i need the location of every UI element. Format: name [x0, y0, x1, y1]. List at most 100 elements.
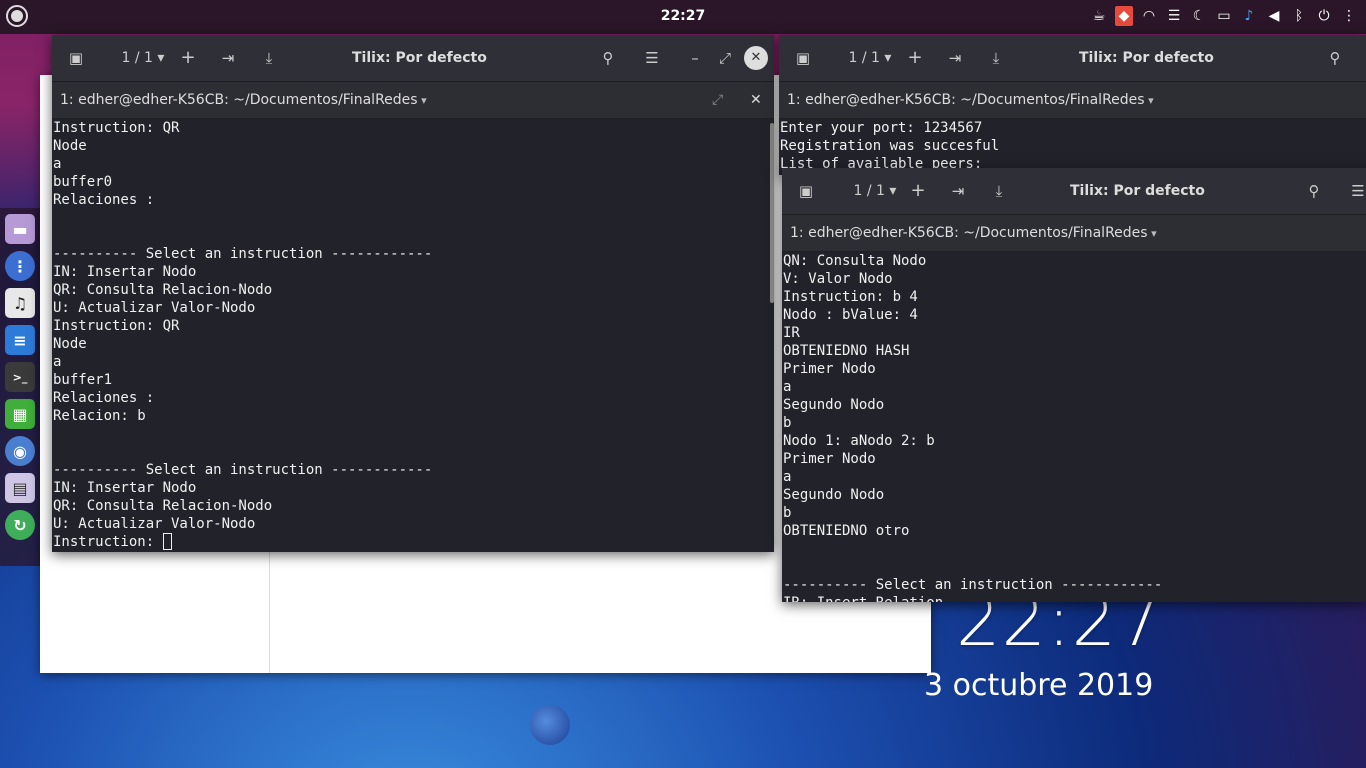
terminal-line: b — [783, 415, 792, 431]
terminal-title[interactable]: 1: edher@edher-K56CB: ~/Documentos/Final… — [787, 82, 1154, 119]
terminal-line: buffer0 — [53, 174, 113, 190]
session-counter[interactable]: 1 / 1 ▾ — [835, 35, 905, 81]
top-panel: 22:27 ☕ ◆ ◠ ☰ ☾ ▭ ♪ ◀ ᛒ ⏻ ⋮ — [0, 0, 1366, 34]
terminal-line: QR: Consulta Relacion-Nodo — [53, 498, 273, 514]
headerbar: ▣ 1 / 1 ▾ + ⇥ ⤓ Tilix: Por defecto ⚲ — [779, 35, 1366, 82]
search-icon[interactable]: ⚲ — [596, 35, 620, 81]
terminal-line: U: Actualizar Valor-Nodo — [53, 300, 256, 316]
add-session-button[interactable]: + — [176, 35, 200, 81]
terminal-line: Registration was succesful — [780, 138, 1000, 154]
terminal-app-icon[interactable]: >_ — [5, 362, 35, 392]
window-title: Tilix: Por defecto — [352, 50, 487, 66]
kebab-menu-icon[interactable]: ⋮ — [1340, 6, 1358, 26]
terminal-line: Primer Nodo — [783, 361, 876, 377]
hamburger-menu-icon[interactable]: ☰ — [640, 35, 664, 81]
terminal-line: Segundo Nodo — [783, 397, 885, 413]
terminal-line: Nodo 1: aNodo 2: b — [783, 433, 935, 449]
terminal-line: Node — [53, 336, 87, 352]
spreadsheet-app-icon[interactable]: ▦ — [5, 399, 35, 429]
session-counter-label: 1 / 1 — [121, 50, 153, 66]
tilix-window-right-front[interactable]: ▣ 1 / 1 ▾ + ⇥ ⤓ Tilix: Por defecto ⚲ ☰ 1… — [782, 168, 1366, 602]
coffee-icon[interactable]: ☕ — [1090, 6, 1108, 26]
terminal-line: Node — [53, 138, 87, 154]
files-app-icon[interactable]: ▬ — [5, 214, 35, 244]
terminal-titlebar[interactable]: 1: edher@edher-K56CB: ~/Documentos/Final… — [782, 215, 1366, 252]
add-terminal-right-icon[interactable]: ⇥ — [943, 35, 967, 81]
system-tray: ☕ ◆ ◠ ☰ ☾ ▭ ♪ ◀ ᛒ ⏻ ⋮ — [1090, 6, 1358, 26]
terminal-line: IN: Insertar Nodo — [53, 480, 197, 496]
wallpaper-orb — [530, 705, 570, 745]
close-button[interactable]: ✕ — [744, 46, 768, 70]
terminal-title[interactable]: 1: edher@edher-K56CB: ~/Documentos/Final… — [60, 82, 427, 119]
add-terminal-right-icon[interactable]: ⇥ — [216, 35, 240, 81]
scrollbar[interactable] — [770, 123, 774, 303]
terminal-line: QN: Consulta Nodo — [783, 253, 927, 269]
terminal-menu-icon[interactable]: ▣ — [792, 168, 820, 214]
terminal-output[interactable]: Enter your port: 1234567 Registration was… — [779, 119, 1366, 175]
terminal-output[interactable]: QN: Consulta Nodo V: Valor Nodo Instructio… — [782, 252, 1366, 602]
terminal-line: U: Actualizar Valor-Nodo — [53, 516, 256, 532]
terminal-close-icon[interactable]: ✕ — [750, 82, 762, 118]
add-session-button[interactable]: + — [906, 168, 930, 214]
terminal-line: Relaciones : — [53, 390, 155, 406]
headerbar: ▣ 1 / 1 ▾ + ⇥ ⤓ Tilix: Por defecto ⚲ ☰ — [782, 168, 1366, 215]
add-terminal-down-icon[interactable]: ⤓ — [984, 35, 1008, 81]
terminal-prompt: Instruction: — [53, 534, 163, 550]
add-session-button[interactable]: + — [903, 35, 927, 81]
notification-bell-icon[interactable]: ♪ — [1240, 6, 1258, 26]
power-icon[interactable]: ⏻ — [1315, 6, 1333, 26]
terminal-line: ---------- Select an instruction -------… — [53, 246, 433, 262]
chrome-app-icon[interactable]: ◉ — [5, 436, 35, 466]
terminal-line: IR — [783, 325, 800, 341]
terminal-line: Instruction: QR — [53, 318, 180, 334]
activities-icon[interactable] — [6, 5, 28, 27]
folder-icon[interactable]: ▭ — [1215, 6, 1233, 26]
terminal-line: a — [783, 469, 792, 485]
add-terminal-down-icon[interactable]: ⤓ — [987, 168, 1011, 214]
maximize-button[interactable]: ⤢ — [714, 35, 736, 81]
session-counter[interactable]: 1 / 1 ▾ — [840, 168, 910, 214]
bluetooth-icon[interactable]: ᛒ — [1290, 6, 1308, 26]
terminal-menu-icon[interactable]: ▣ — [62, 35, 90, 81]
terminal-line: Primer Nodo — [783, 451, 876, 467]
text-editor-app-icon[interactable]: ≡ — [5, 325, 35, 355]
minimize-button[interactable]: – — [684, 35, 706, 81]
terminal-titlebar[interactable]: 1: edher@edher-K56CB: ~/Documentos/Final… — [52, 82, 774, 119]
session-counter[interactable]: 1 / 1 ▾ — [108, 35, 178, 81]
wifi-icon[interactable]: ◠ — [1140, 6, 1158, 26]
tilix-window-left[interactable]: ▣ 1 / 1 ▾ + ⇥ ⤓ Tilix: Por defecto ⚲ ☰ –… — [52, 35, 774, 552]
updater-app-icon[interactable]: ↻ — [5, 510, 35, 540]
terminal-menu-icon[interactable]: ▣ — [789, 35, 817, 81]
add-terminal-down-icon[interactable]: ⤓ — [257, 35, 281, 81]
terminal-line: Relacion: b — [53, 408, 146, 424]
tilix-window-right-back[interactable]: ▣ 1 / 1 ▾ + ⇥ ⤓ Tilix: Por defecto ⚲ 1: … — [779, 35, 1366, 175]
terminal-line: IN: Insertar Nodo — [53, 264, 197, 280]
music-app-icon[interactable]: ♫ — [5, 288, 35, 318]
terminal-line: ---------- Select an instruction -------… — [783, 577, 1163, 593]
dock: ▬ ⋮ ♫ ≡ >_ ▦ ◉ ▤ ↻ — [0, 208, 40, 566]
terminal-prompt-line[interactable]: Instruction: — [53, 533, 774, 551]
add-terminal-right-icon[interactable]: ⇥ — [946, 168, 970, 214]
volume-icon[interactable]: ◀ — [1265, 6, 1283, 26]
search-icon[interactable]: ⚲ — [1302, 168, 1326, 214]
terminal-output[interactable]: Instruction: QR Node a buffer0 Relaciones : … — [52, 119, 774, 552]
terminal-line: Enter your port: 1234567 — [780, 120, 983, 136]
terminal-title[interactable]: 1: edher@edher-K56CB: ~/Documentos/Final… — [790, 215, 1157, 252]
session-counter-label: 1 / 1 — [848, 50, 880, 66]
anydesk-icon[interactable]: ◆ — [1115, 6, 1133, 26]
document-app-icon[interactable]: ▤ — [5, 473, 35, 503]
menu-lines-icon[interactable]: ☰ — [1165, 6, 1183, 26]
search-icon[interactable]: ⚲ — [1323, 35, 1347, 81]
terminal-line: ---------- Select an instruction -------… — [53, 462, 433, 478]
terminal-line: a — [53, 354, 62, 370]
hamburger-menu-icon[interactable]: ☰ — [1346, 168, 1366, 214]
night-light-icon[interactable]: ☾ — [1190, 6, 1208, 26]
terminal-maximize-icon[interactable]: ⤢ — [712, 82, 723, 118]
terminal-line: OBTENIEDNO otro — [783, 523, 910, 539]
app-grid-icon[interactable]: ⋮ — [5, 251, 35, 281]
terminal-titlebar[interactable]: 1: edher@edher-K56CB: ~/Documentos/Final… — [779, 82, 1366, 119]
terminal-line: buffer1 — [53, 372, 113, 388]
